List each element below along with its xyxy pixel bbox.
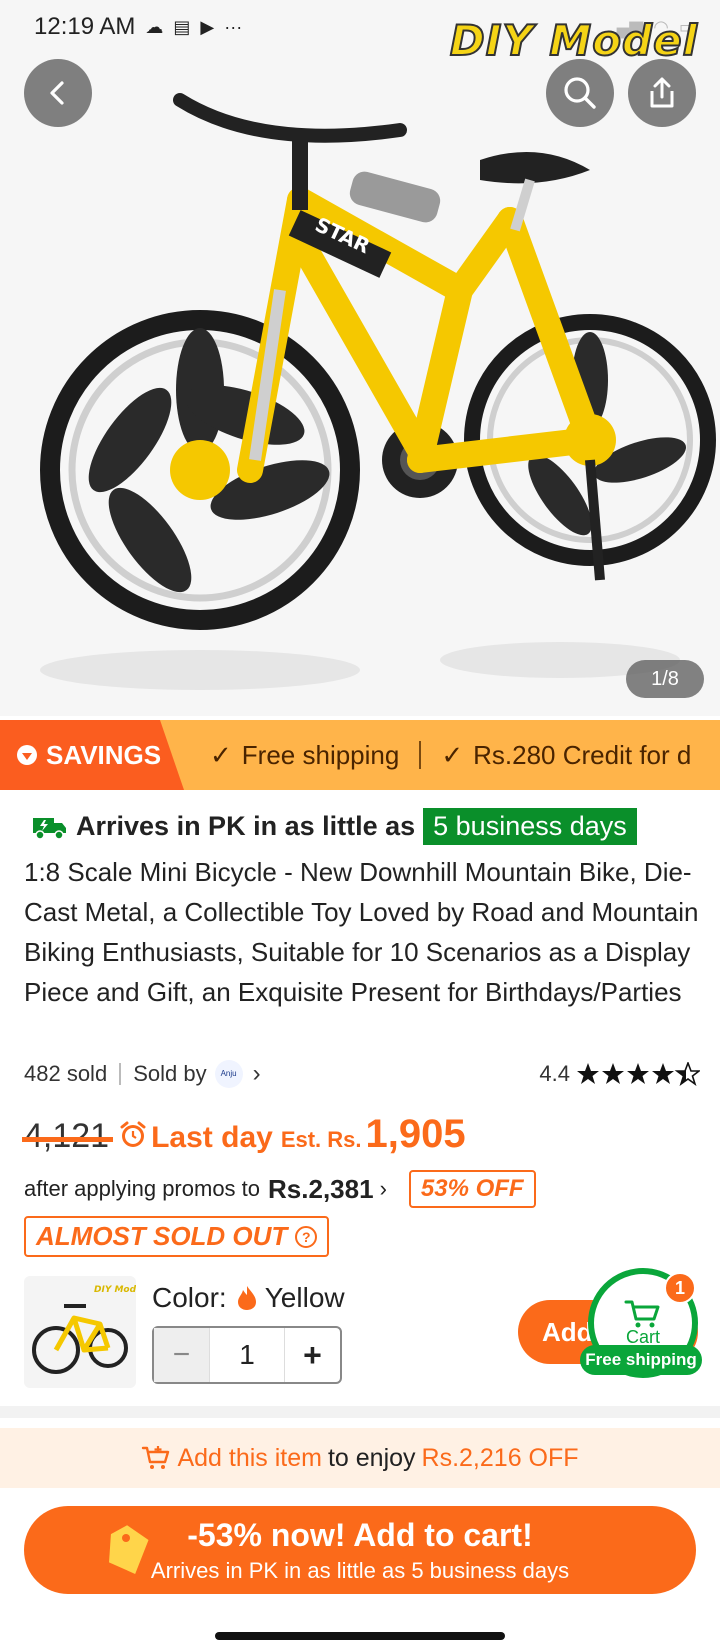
chevron-right-icon: › <box>379 1176 387 1201</box>
gear-badge-icon <box>17 745 37 765</box>
decrease-quantity-button[interactable]: − <box>154 1328 210 1382</box>
youtube-icon: ▶ <box>200 16 215 37</box>
enjoy-text: to enjoy <box>327 1443 416 1472</box>
check-icon: ✓ <box>441 739 464 770</box>
product-image-bicycle: STAR <box>40 93 716 690</box>
temu-icon: ▤ <box>173 16 191 37</box>
savings-item-free-shipping: Free shipping <box>241 739 400 770</box>
est-price-label: Est. Rs. <box>280 1127 362 1152</box>
cta-subtitle: Arrives in PK in as little as 5 business… <box>150 1557 570 1583</box>
bicycle-thumbnail-image: DIY Model <box>32 1285 136 1374</box>
promo-row[interactable]: after applying promos to Rs.2,381 › 53% … <box>24 1170 536 1208</box>
add-item-link: Add this item <box>177 1443 322 1472</box>
promo-amount: Rs.2,381 <box>268 1173 374 1204</box>
last-day-label: Last day <box>151 1121 273 1154</box>
chevron-left-icon <box>50 81 64 105</box>
original-price: 4,121 <box>21 1117 114 1155</box>
stock-badge-label: ALMOST SOLD OUT <box>36 1221 288 1251</box>
discount-badge: 53% OFF <box>408 1170 536 1208</box>
help-icon[interactable]: ? <box>295 1225 318 1248</box>
check-icon: ✓ <box>210 739 232 770</box>
add-to-cart-cta-button[interactable]: -53% now! Add to cart! Arrives in PK in … <box>24 1506 696 1594</box>
alarm-clock-icon <box>120 1121 146 1147</box>
seller-logo: Anju <box>214 1060 243 1088</box>
status-time: 12:19 AM <box>34 13 136 40</box>
product-image-carousel[interactable]: STAR 12:19 AM ☁ ▤ ▶ ··· ▂▄▆ ◠ ▭ DIY Mode… <box>0 0 720 716</box>
color-label: Color: <box>152 1282 227 1313</box>
savings-items: ✓ Free shipping ✓ Rs.280 Credit for d <box>210 740 691 771</box>
rating-value: 4.4 <box>539 1061 570 1086</box>
search-icon <box>564 77 596 109</box>
flame-icon <box>237 1286 256 1310</box>
sold-by-link[interactable]: Sold by Anju › <box>133 1060 261 1088</box>
price-row: 4,121 Last day Est. Rs. 1,905 <box>21 1112 466 1157</box>
rating[interactable]: 4.4 <box>539 1061 700 1087</box>
arrival-days-badge: 5 business days <box>423 808 637 845</box>
share-icon <box>650 77 674 108</box>
chevron-right-icon: › <box>252 1060 261 1087</box>
est-price-value: 1,905 <box>365 1112 466 1156</box>
delivery-truck-icon <box>33 817 66 840</box>
more-notifications-icon: ··· <box>224 16 243 37</box>
share-button[interactable] <box>628 59 696 127</box>
quantity-stepper: − 1 + <box>152 1326 342 1384</box>
section-divider <box>0 1406 720 1418</box>
savings-strip[interactable]: SAVINGS ✓ Free shipping ✓ Rs.280 Credit … <box>0 720 720 790</box>
arrival-info: Arrives in PK in as little as 5 business… <box>32 808 637 845</box>
search-button[interactable] <box>546 59 614 127</box>
cart-plus-icon <box>142 1446 170 1469</box>
add-button-label: Add <box>542 1316 593 1347</box>
home-indicator[interactable] <box>215 1632 505 1640</box>
arrival-text: Arrives in PK in as little as <box>76 811 416 841</box>
sold-by-label: Sold by <box>133 1061 207 1086</box>
image-pager: 1/8 <box>626 660 704 698</box>
quantity-value[interactable]: 1 <box>210 1339 284 1371</box>
cart-count-badge: 1 <box>664 1272 696 1304</box>
divider <box>119 1063 122 1085</box>
cart-icon <box>624 1300 660 1327</box>
cloud-icon: ☁ <box>145 16 164 37</box>
product-meta-row: 482 sold Sold by Anju › 4.4 <box>24 1060 700 1088</box>
add-item-promo-bar[interactable]: Add this item to enjoy Rs.2,216 OFF <box>0 1428 720 1488</box>
brand-watermark: DIY Model <box>449 15 698 66</box>
savings-label: SAVINGS <box>46 739 162 770</box>
increase-quantity-button[interactable]: + <box>284 1328 340 1382</box>
savings-tag: SAVINGS <box>0 720 184 790</box>
divider <box>419 741 422 769</box>
stock-badge[interactable]: ALMOST SOLD OUT ? <box>24 1216 330 1257</box>
price-tag-icon <box>109 1525 149 1575</box>
sold-count: 482 sold <box>24 1061 108 1086</box>
product-title: 1:8 Scale Mini Bicycle - New Downhill Mo… <box>24 857 699 1007</box>
color-value: Yellow <box>264 1282 345 1313</box>
variant-thumbnail[interactable]: DIY Model <box>24 1276 136 1388</box>
star-rating-icon <box>577 1062 700 1085</box>
promo-text: after applying promos to <box>24 1176 261 1201</box>
back-button[interactable] <box>24 59 92 127</box>
savings-item-credit: Rs.280 Credit for d <box>473 739 692 770</box>
cta-title: -53% now! Add to cart! <box>187 1516 533 1553</box>
free-shipping-badge: Free shipping <box>580 1345 702 1375</box>
color-selector[interactable]: Color: Yellow <box>152 1282 345 1314</box>
svg-text:DIY Model: DIY Model <box>94 1285 136 1295</box>
enjoy-amount: Rs.2,216 OFF <box>421 1443 579 1472</box>
